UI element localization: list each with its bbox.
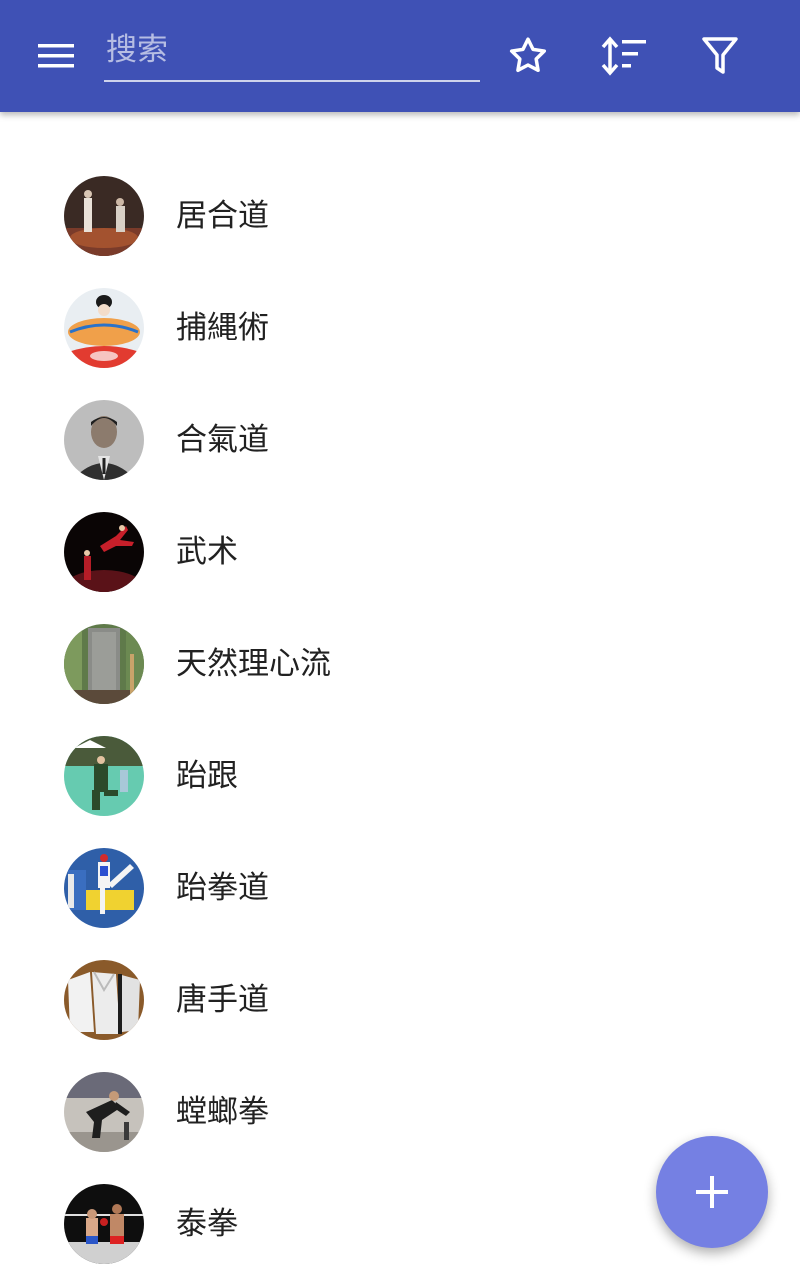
filter-icon [702, 37, 738, 74]
item-label: 居合道 [176, 198, 269, 234]
list-item[interactable]: 合氣道 [0, 384, 800, 496]
item-label: 唐手道 [176, 982, 269, 1018]
taekwondo-photo [64, 848, 144, 928]
list-item[interactable]: 居合道 [0, 160, 800, 272]
item-label: 螳螂拳 [176, 1094, 269, 1130]
karate-uniform-photo [64, 960, 144, 1040]
item-label: 跆跟 [176, 758, 238, 794]
list-item[interactable]: 捕縄術 [0, 272, 800, 384]
mantis-fist-photo [64, 1072, 144, 1152]
app-bar [0, 0, 800, 112]
search-field [104, 22, 480, 82]
martial-arts-list: 居合道 捕縄術 合氣道 武术 天然理心流 跆跟 跆拳道 唐手道 螳螂拳 泰拳 [0, 160, 800, 1280]
stone-monument-photo [64, 624, 144, 704]
list-item[interactable]: 跆拳道 [0, 832, 800, 944]
taekkyon-photo [64, 736, 144, 816]
search-input[interactable] [104, 22, 480, 78]
list-item[interactable]: 天然理心流 [0, 608, 800, 720]
star-icon [509, 37, 547, 73]
list-item[interactable]: 武术 [0, 496, 800, 608]
item-label: 泰拳 [176, 1206, 238, 1242]
iaido-photo [64, 176, 144, 256]
sort-button[interactable] [596, 28, 652, 84]
list-item[interactable]: 跆跟 [0, 720, 800, 832]
item-label: 合氣道 [176, 422, 269, 458]
wushu-photo [64, 512, 144, 592]
item-label: 武术 [176, 534, 238, 570]
item-label: 跆拳道 [176, 870, 269, 906]
item-label: 捕縄術 [176, 310, 269, 346]
favorites-button[interactable] [500, 28, 556, 84]
add-button[interactable] [656, 1136, 768, 1248]
menu-button[interactable] [26, 28, 86, 84]
filter-button[interactable] [692, 28, 748, 84]
menu-icon [38, 44, 74, 68]
hojojutsu-illustration [64, 288, 144, 368]
muay-thai-photo [64, 1184, 144, 1264]
list-item[interactable]: 唐手道 [0, 944, 800, 1056]
aikido-portrait [64, 400, 144, 480]
item-label: 天然理心流 [176, 646, 331, 682]
plus-icon [696, 1176, 728, 1208]
sort-icon [601, 36, 646, 76]
